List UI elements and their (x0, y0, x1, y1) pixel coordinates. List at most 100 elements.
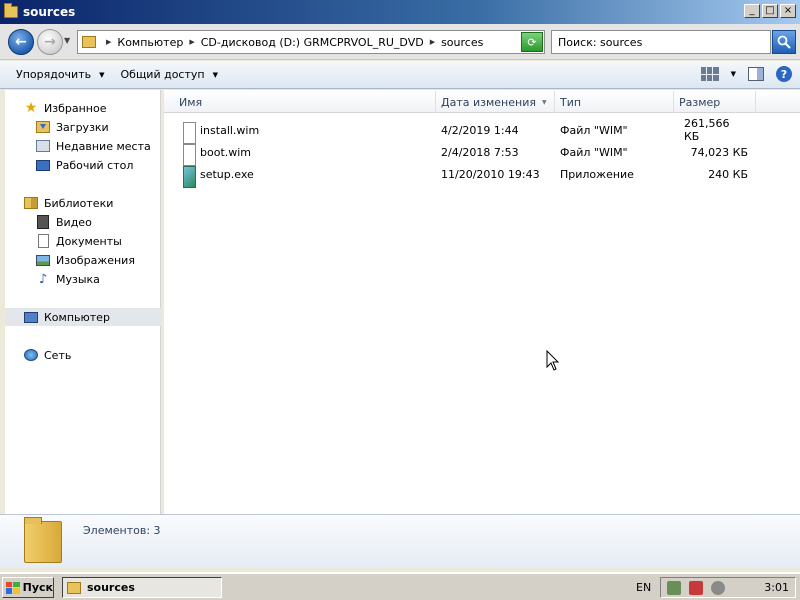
nav-item-label: Документы (56, 234, 122, 248)
forward-button[interactable]: → (37, 29, 63, 55)
details-pane: Элементов: 3 (0, 514, 800, 568)
file-name: setup.exe (200, 167, 254, 181)
music-icon: ♪ (38, 271, 48, 287)
windows-logo-icon (6, 581, 20, 594)
column-header-name[interactable]: Имя (174, 91, 436, 113)
column-type-label: Тип (560, 95, 582, 109)
share-label: Общий доступ (120, 68, 205, 81)
arrow-right-icon: → (44, 34, 56, 50)
file-row[interactable]: setup.exe 11/20/2010 19:43 Приложение 24… (164, 163, 800, 188)
file-date: 4/2/2019 1:44 (441, 123, 519, 137)
file-row[interactable]: boot.wim 2/4/2018 7:53 Файл "WIM" 74,023… (164, 141, 800, 166)
address-bar[interactable]: ▶ Компьютер ▶ CD-дисковод (D:) GRMCPRVOL… (77, 30, 545, 54)
file-size: 240 КБ (708, 167, 748, 181)
network-status-icon[interactable] (667, 581, 681, 595)
view-controls: ▼ ? (700, 66, 792, 82)
nav-item-label: Изображения (56, 253, 135, 267)
star-icon: ★ (24, 100, 38, 116)
column-date-label: Дата изменения (441, 95, 536, 109)
column-header-size[interactable]: Размер (674, 91, 756, 113)
chevron-right-icon[interactable]: ▶ (106, 38, 111, 46)
nav-computer-label: Компьютер (44, 310, 110, 324)
search-placeholder: Поиск: sources (558, 35, 643, 49)
help-icon[interactable]: ? (776, 66, 792, 82)
start-button[interactable]: Пуск (2, 577, 54, 598)
file-name: install.wim (200, 123, 260, 137)
column-header-date[interactable]: Дата изменения ▼ (436, 91, 555, 113)
organize-button[interactable]: Упорядочить ▼ (16, 68, 105, 81)
maximize-button[interactable]: □ (762, 4, 778, 18)
breadcrumb-cd-drive[interactable]: CD-дисковод (D:) GRMCPRVOL_RU_DVD (201, 36, 424, 49)
recent-pages-dropdown[interactable]: ▼ (64, 36, 70, 45)
desktop-icon (36, 159, 50, 171)
chevron-down-icon: ▼ (99, 70, 105, 79)
refresh-button[interactable]: ⟳ (521, 32, 543, 52)
nav-network[interactable]: Сеть (23, 346, 179, 364)
mouse-cursor-icon (546, 350, 560, 371)
file-name: boot.wim (200, 145, 252, 159)
close-button[interactable]: × (780, 4, 796, 18)
file-type: Файл "WIM" (560, 123, 628, 137)
column-size-label: Размер (679, 95, 721, 109)
view-icon[interactable] (700, 67, 719, 81)
folder-icon (82, 36, 96, 48)
back-button[interactable]: ← (8, 29, 34, 55)
refresh-icon: ⟳ (527, 35, 537, 49)
network-icon (24, 349, 38, 361)
language-indicator[interactable]: EN (636, 581, 651, 594)
nav-item-label: Рабочий стол (56, 158, 134, 172)
nav-libraries[interactable]: Библиотеки (23, 194, 179, 212)
file-size: 74,023 КБ (690, 145, 748, 159)
system-tray: 3:01 (660, 577, 796, 598)
nav-favorites[interactable]: ★ Избранное (23, 99, 179, 117)
navigation-pane: ★ Избранное Загрузки Недавние места Рабо… (5, 90, 161, 514)
volume-muted-icon[interactable] (711, 581, 725, 595)
computer-icon (24, 311, 38, 323)
breadcrumb-sources[interactable]: sources (441, 36, 483, 49)
command-bar: Упорядочить ▼ Общий доступ ▼ ▼ ? (0, 61, 800, 89)
file-row[interactable]: install.wim 4/2/2019 1:44 Файл "WIM" 261… (164, 117, 800, 144)
file-size: 261,566 КБ (684, 117, 730, 143)
taskbar: Пуск sources EN 3:01 (0, 572, 800, 600)
search-button[interactable] (772, 30, 796, 54)
start-label: Пуск (22, 581, 53, 594)
column-headers: Имя Дата изменения ▼ Тип Размер (164, 91, 800, 113)
title-bar[interactable]: sources _ □ × (0, 0, 800, 24)
address-row: ← → ▼ ▶ Компьютер ▶ CD-дисковод (D:) GRM… (0, 24, 800, 60)
action-center-icon[interactable] (689, 581, 703, 595)
folder-icon (67, 581, 81, 594)
nav-libraries-label: Библиотеки (44, 196, 114, 210)
preview-pane-icon[interactable] (748, 67, 764, 81)
nav-favorites-label: Избранное (44, 101, 107, 115)
breadcrumb-computer[interactable]: Компьютер (117, 36, 183, 49)
file-date: 2/4/2018 7:53 (441, 145, 519, 159)
video-icon (37, 215, 49, 229)
application-icon (183, 166, 196, 188)
search-icon (777, 35, 791, 49)
column-name-label: Имя (179, 95, 203, 109)
file-type: Приложение (560, 167, 634, 181)
share-button[interactable]: Общий доступ ▼ (121, 68, 218, 81)
arrow-left-icon: ← (15, 34, 27, 50)
column-header-type[interactable]: Тип (555, 91, 674, 113)
file-type: Файл "WIM" (560, 145, 628, 159)
chevron-right-icon[interactable]: ▶ (430, 38, 435, 46)
minimize-button[interactable]: _ (744, 4, 760, 18)
taskbar-window-button[interactable]: sources (62, 577, 222, 598)
nav-item-label: Загрузки (56, 120, 109, 134)
sort-arrow-icon: ▼ (541, 98, 547, 106)
nav-item-label: Недавние места (56, 139, 151, 153)
libraries-icon (24, 197, 38, 209)
downloads-icon (36, 121, 50, 133)
search-input[interactable]: Поиск: sources (551, 30, 771, 54)
chevron-down-icon[interactable]: ▼ (731, 70, 736, 78)
clock[interactable]: 3:01 (764, 581, 789, 594)
organize-label: Упорядочить (16, 68, 92, 81)
chevron-right-icon[interactable]: ▶ (189, 38, 194, 46)
images-icon (36, 254, 50, 266)
documents-icon (37, 234, 49, 248)
nav-computer[interactable]: Компьютер (5, 308, 161, 326)
nav-item-label: Музыка (56, 272, 100, 286)
window-controls: _ □ × (744, 4, 796, 18)
nav-network-label: Сеть (44, 348, 72, 362)
